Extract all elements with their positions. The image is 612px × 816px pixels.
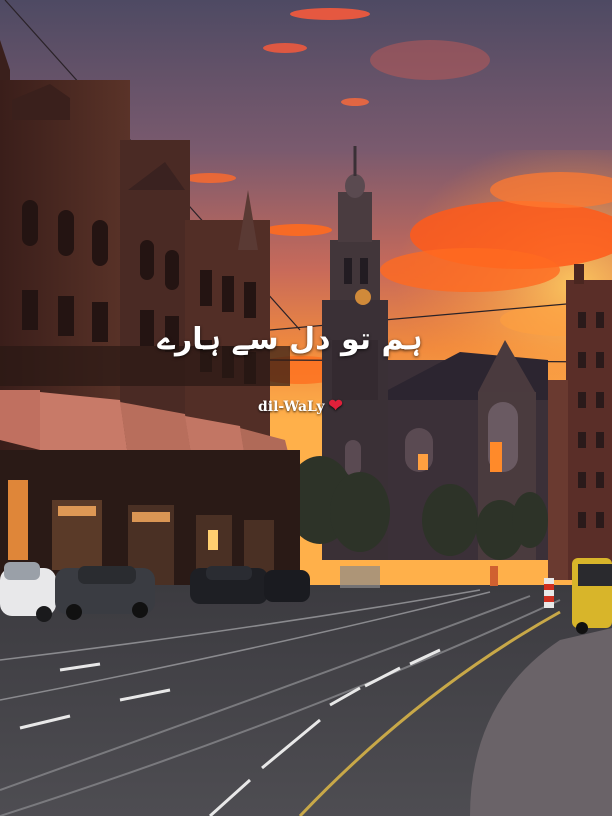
street-photo-scene: ہم تو دل سے ہارے dil-WaLy ❤ (0, 0, 612, 816)
watermark-signature: dil-WaLy ❤ (258, 398, 343, 415)
yellow-van (572, 558, 612, 634)
urdu-caption: ہم تو دل سے ہارے (157, 322, 423, 357)
heart-icon: ❤ (328, 396, 343, 416)
signature-text: dil-WaLy (258, 398, 325, 415)
